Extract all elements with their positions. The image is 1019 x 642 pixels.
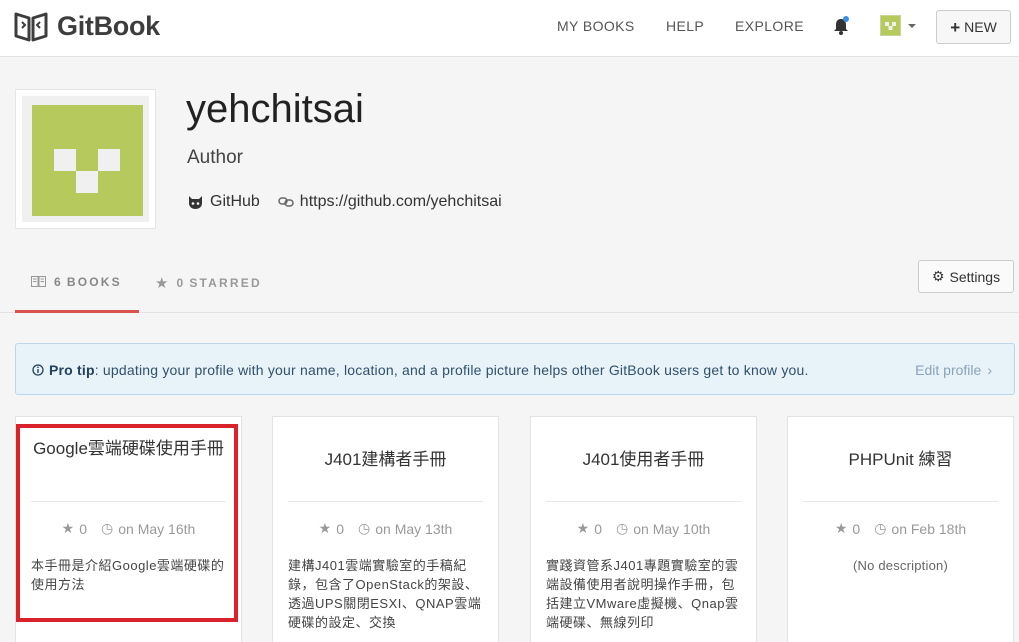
bell-icon[interactable] (832, 16, 850, 36)
book-date: on May 13th (375, 520, 453, 537)
profile-tabs: 6 BOOKS ★ 0 STARRED (15, 253, 278, 313)
avatar-pattern-icon (885, 22, 896, 30)
profile-username: yehchitsai (186, 87, 364, 131)
tab-starred-count: 0 (176, 276, 186, 290)
chevron-down-icon[interactable] (908, 24, 916, 28)
chevron-right-icon: › (987, 362, 992, 378)
book-description: 本手冊是介紹Google雲端硬碟的使用方法 (31, 558, 225, 592)
book-stars: 0 (336, 520, 345, 537)
new-button-label: NEW (964, 19, 997, 35)
profile-avatar (15, 89, 156, 229)
clock-icon: ◷ (358, 520, 371, 536)
github-label: GitHub (210, 193, 260, 210)
gear-icon: ⚙ (931, 268, 945, 284)
book-card[interactable]: Google雲端硬碟使用手冊 ★ 0 ◷ on May 16th 本手冊是介紹Goo… (15, 416, 242, 642)
star-icon: ★ (318, 520, 332, 536)
clock-icon: ◷ (101, 520, 114, 536)
tab-books-count: 6 (54, 274, 63, 289)
book-date: on Feb 18th (891, 520, 967, 537)
edit-profile-link[interactable]: Edit profile › (915, 362, 992, 378)
link-icon (278, 197, 294, 207)
gitbook-book-icon (14, 12, 48, 42)
book-card[interactable]: J401建構者手冊 ★ 0 ◷ on May 13th 建構J401雲端實驗室的手稿… (272, 416, 499, 642)
star-icon: ★ (155, 275, 169, 292)
github-octocat-icon (189, 195, 202, 209)
github-link[interactable]: GitHub (187, 193, 260, 211)
pro-tip-text: : updating your profile with your name, … (94, 362, 809, 378)
clock-icon: ◷ (874, 520, 887, 536)
pro-tip-banner: Pro tip: updating your profile with your… (15, 343, 1015, 395)
gitbook-logo[interactable]: GitBook (14, 10, 160, 42)
user-avatar-small[interactable] (880, 15, 901, 36)
new-book-button[interactable]: + NEW (936, 10, 1011, 44)
plus-icon: + (950, 17, 961, 37)
top-navbar: GitBook MY BOOKS HELP EXPLORE + NEW (0, 0, 1019, 57)
book-stars: 0 (594, 520, 603, 537)
tab-books-label: BOOKS (66, 274, 122, 289)
website-link[interactable]: https://github.com/yehchitsai (278, 193, 502, 211)
settings-button[interactable]: ⚙ Settings (918, 260, 1014, 293)
nav-help[interactable]: HELP (666, 18, 704, 34)
book-stars: 0 (852, 520, 861, 537)
star-icon: ★ (576, 520, 590, 536)
edit-profile-label: Edit profile (915, 362, 982, 378)
book-card[interactable]: J401使用者手冊 ★ 0 ◷ on May 10th 實踐資管系J401專題實驗室… (530, 416, 757, 642)
book-title[interactable]: J401建構者手冊 (283, 448, 488, 471)
book-date: on May 16th (118, 520, 196, 537)
pro-tip-label: Pro tip (49, 362, 95, 378)
book-date: on May 10th (633, 520, 711, 537)
book-icon (31, 276, 46, 287)
profile-header: yehchitsai Author GitHub https://github.… (0, 57, 1019, 313)
tab-starred[interactable]: ★ 0 STARRED (139, 253, 278, 313)
nav-my-books[interactable]: MY BOOKS (557, 18, 635, 34)
profile-role: Author (187, 147, 243, 168)
book-stars: 0 (79, 520, 88, 537)
clock-icon: ◷ (616, 520, 629, 536)
book-title[interactable]: J401使用者手冊 (541, 448, 746, 471)
settings-label: Settings (949, 268, 1001, 285)
book-description: 實踐資管系J401專題實驗室的雲端設備使用者說明操作手冊，包括建立VMware虛… (546, 558, 739, 630)
star-icon: ★ (834, 520, 848, 536)
website-url: https://github.com/yehchitsai (299, 193, 502, 210)
tab-starred-label: STARRED (189, 276, 262, 290)
book-card[interactable]: PHPUnit 練習 ★ 0 ◷ on Feb 18th (No descripti… (787, 416, 1014, 642)
app-name: GitBook (57, 10, 160, 41)
nav-explore[interactable]: EXPLORE (735, 18, 804, 34)
profile-links: GitHub https://github.com/yehchitsai (187, 193, 520, 211)
tab-books[interactable]: 6 BOOKS (15, 253, 139, 313)
book-title[interactable]: PHPUnit 練習 (798, 448, 1003, 471)
book-title[interactable]: Google雲端硬碟使用手冊 (26, 437, 231, 460)
star-icon: ★ (61, 520, 75, 536)
book-description: (No description) (853, 558, 948, 573)
info-icon (32, 364, 44, 376)
book-description: 建構J401雲端實驗室的手稿紀錄，包含了OpenStack的架設、透過UPS關閉… (288, 558, 482, 630)
